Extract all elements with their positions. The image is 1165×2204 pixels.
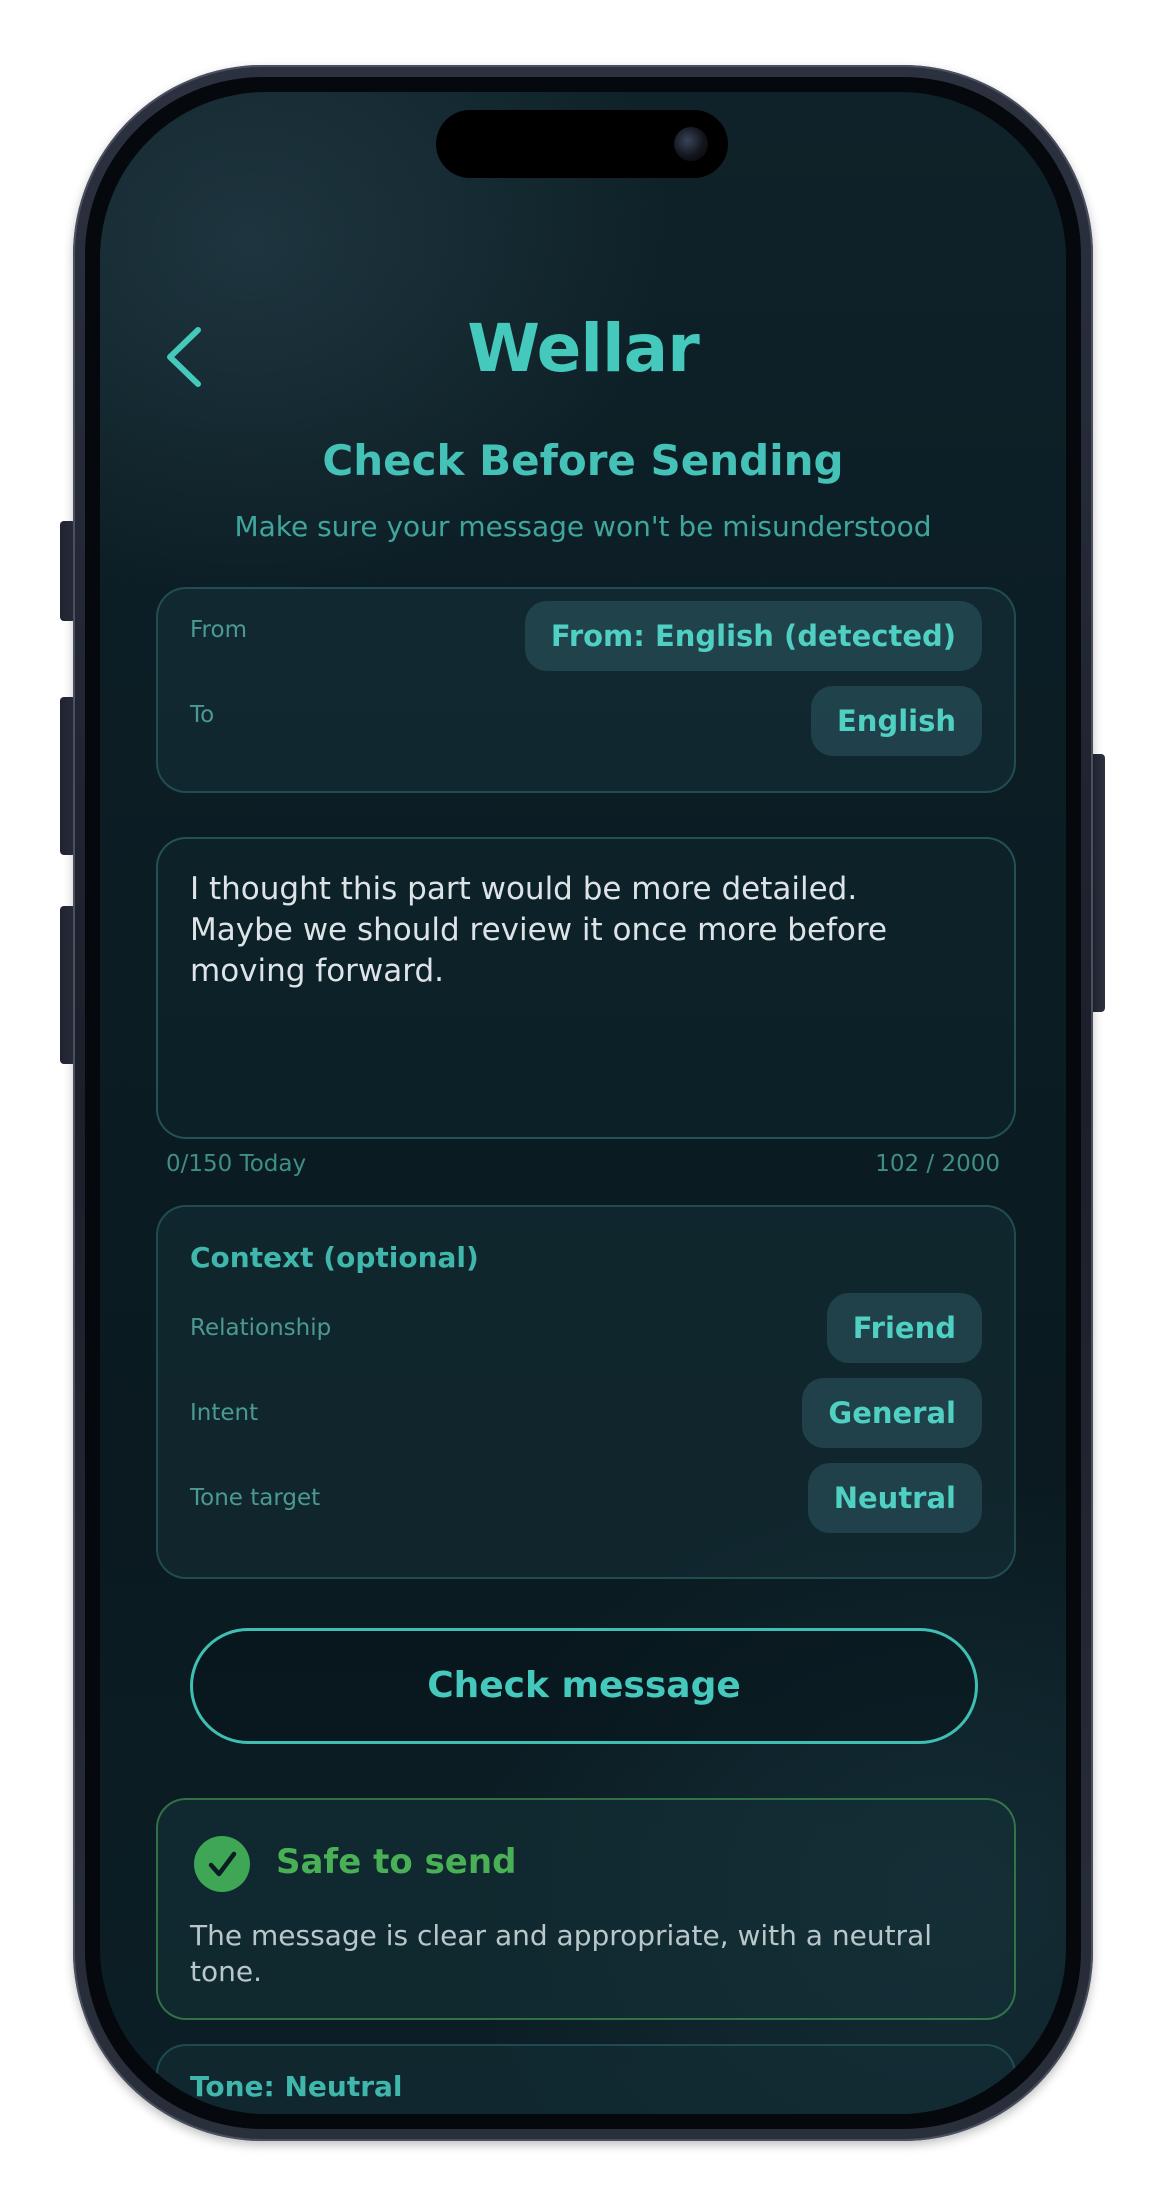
- message-input[interactable]: I thought this part would be more detail…: [156, 837, 1016, 1139]
- page-subtitle: Make sure your message won't be misunder…: [234, 510, 932, 543]
- daily-usage-counter: 0/150 Today: [166, 1151, 307, 1177]
- result-status: Safe to send: [276, 1842, 517, 1882]
- tone-card: Tone: Neutral: [156, 2044, 1016, 2114]
- to-label: To: [190, 702, 215, 728]
- intent-select[interactable]: General: [802, 1378, 982, 1448]
- relationship-label: Relationship: [190, 1315, 332, 1341]
- to-language-select[interactable]: English: [810, 686, 982, 756]
- tone-target-select[interactable]: Neutral: [807, 1463, 982, 1533]
- front-camera-icon: [674, 127, 708, 161]
- page-title: Check Before Sending: [322, 436, 844, 485]
- relationship-select[interactable]: Friend: [826, 1293, 982, 1363]
- result-description: The message is clear and appropriate, wi…: [190, 1919, 932, 1988]
- context-card: Context (optional) Relationship Friend I…: [156, 1205, 1016, 1579]
- context-title: Context (optional): [190, 1241, 479, 1274]
- check-message-button[interactable]: Check message: [190, 1628, 978, 1744]
- tone-target-label: Tone target: [190, 1485, 321, 1511]
- character-counter: 102 / 2000: [875, 1151, 1000, 1177]
- from-language-select[interactable]: From: English (detected): [524, 601, 982, 671]
- tone-label: Tone: Neutral: [190, 2070, 403, 2103]
- app-logo: Wellar: [467, 310, 700, 387]
- language-card: From From: English (detected) To English: [156, 587, 1016, 793]
- result-card: Safe to send The message is clear and ap…: [156, 1798, 1016, 2020]
- app-screen: Wellar Check Before Sending Make sure yo…: [100, 92, 1066, 2114]
- checkmark-icon: [194, 1836, 250, 1892]
- message-text[interactable]: I thought this part would be more detail…: [190, 869, 970, 992]
- from-label: From: [190, 617, 247, 643]
- intent-label: Intent: [190, 1400, 259, 1426]
